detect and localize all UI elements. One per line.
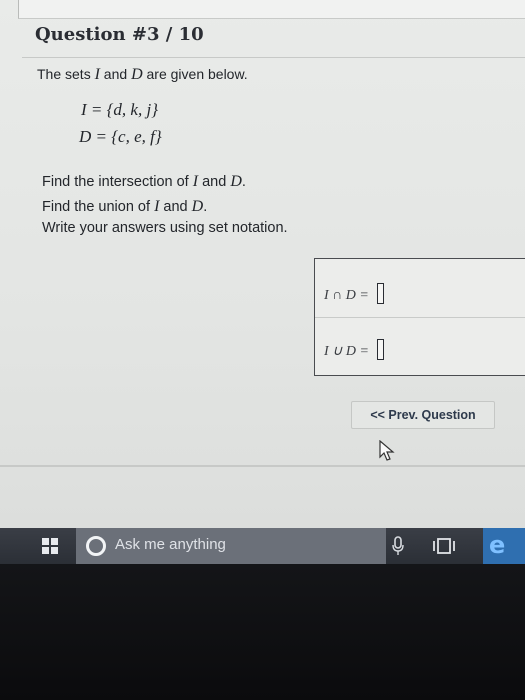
edge-icon: e — [489, 531, 506, 559]
intersection-answer-row: I ∩ D = — [324, 283, 384, 304]
instruction-notation: Write your answers using set notation. — [42, 220, 288, 236]
union-answer-row: I ∪ D = — [324, 339, 384, 360]
page-bottom-divider — [0, 465, 525, 467]
windows-icon[interactable] — [42, 538, 58, 554]
question-intro: The sets I and D are given below. — [37, 66, 248, 83]
title-divider — [22, 57, 525, 58]
mouse-cursor-icon — [379, 440, 395, 461]
search-placeholder[interactable]: Ask me anything — [115, 536, 226, 553]
question-title: Question #3 / 10 — [35, 24, 204, 45]
laptop-bezel — [0, 564, 525, 700]
set-I-definition: I = {d, k, j} — [81, 100, 158, 119]
union-label: I ∪ D = — [324, 344, 369, 359]
microphone-icon[interactable] — [391, 536, 405, 556]
union-answer-input[interactable] — [376, 339, 384, 360]
prev-question-button[interactable]: << Prev. Question — [351, 401, 495, 429]
task-view-icon[interactable] — [433, 537, 455, 555]
answer-box: I ∩ D = I ∪ D = — [314, 258, 525, 376]
window-top-strip — [18, 0, 525, 19]
answer-row-divider — [315, 317, 525, 318]
intersection-label: I ∩ D = — [324, 288, 369, 303]
cortana-icon — [86, 536, 106, 556]
instruction-intersection: Find the intersection of I and D. — [42, 173, 246, 190]
instruction-union: Find the union of I and D. — [42, 198, 208, 215]
intersection-answer-input[interactable] — [376, 283, 384, 304]
set-D-definition: D = {c, e, f} — [79, 127, 162, 146]
